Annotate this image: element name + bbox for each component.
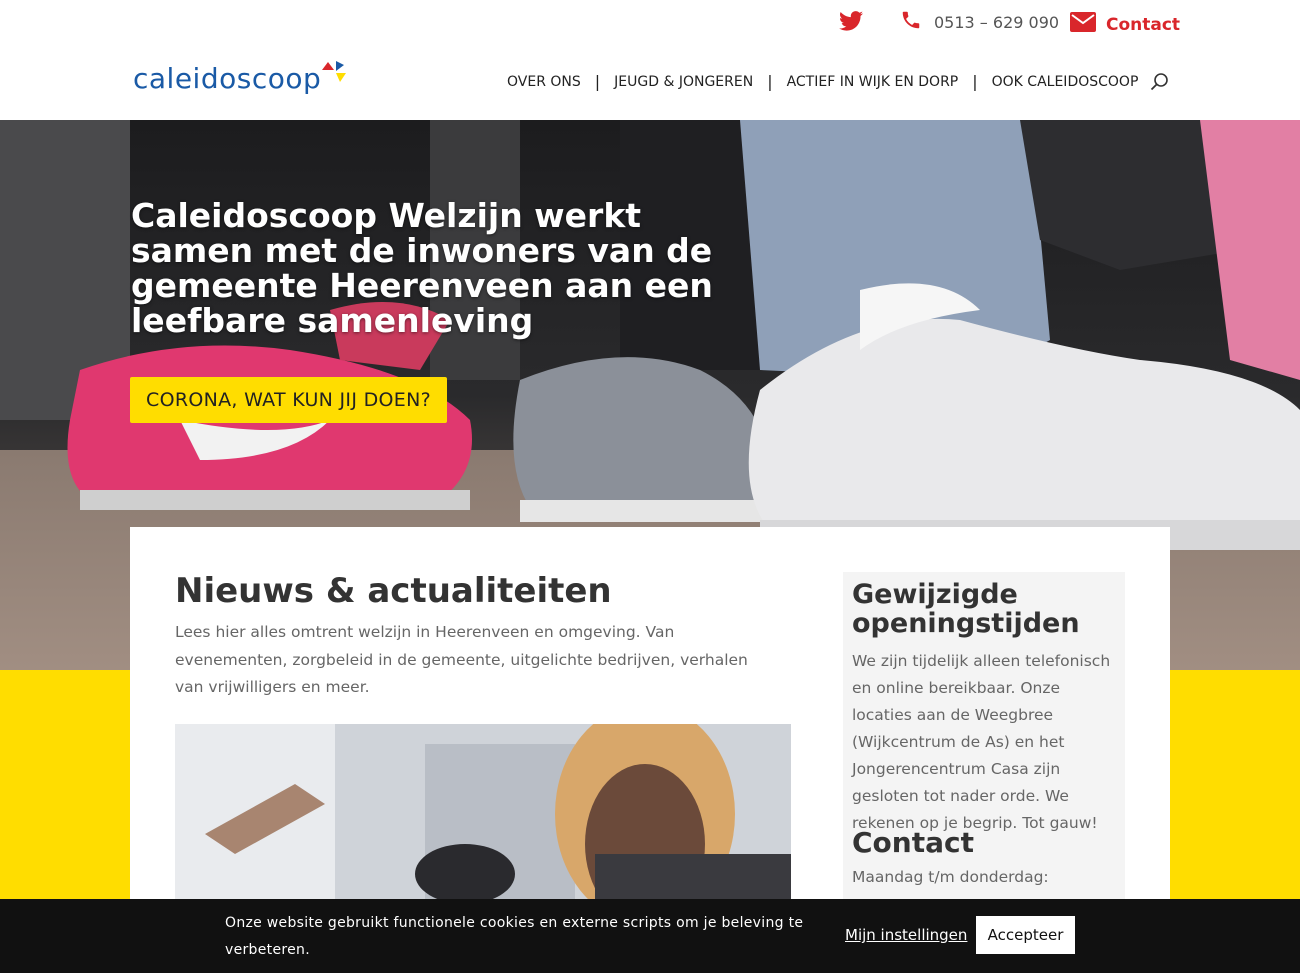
logo[interactable]: caleidoscoop	[133, 62, 321, 95]
news-title: Nieuws & actualiteiten	[175, 571, 612, 611]
logo-mark-icon	[322, 61, 346, 82]
mail-icon[interactable]	[1070, 12, 1096, 32]
sidebar-contact-title: Contact	[852, 826, 974, 859]
site-header: caleidoscoop OVER ONS | JEUGD & JONGEREN…	[0, 48, 1300, 120]
content-card: Nieuws & actualiteiten Lees hier alles o…	[130, 527, 1170, 914]
news-image[interactable]	[175, 724, 791, 914]
sidebar-text: We zijn tijdelijk alleen telefonisch en …	[852, 652, 1111, 832]
nav-separator: |	[972, 72, 978, 91]
nav-ook-caleidoscoop[interactable]: OOK CALEIDOSCOOP	[992, 74, 1139, 90]
top-bar: 0513 – 629 090 Contact	[0, 0, 1300, 48]
nav-over-ons[interactable]: OVER ONS	[507, 74, 581, 90]
nav-jeugd-jongeren[interactable]: JEUGD & JONGEREN	[614, 74, 753, 90]
sidebar-widget: Gewijzigde openingstijden We zijn tijdel…	[843, 572, 1125, 912]
sidebar-hours: Maandag t/m donderdag:	[852, 868, 1049, 886]
main-nav: OVER ONS | JEUGD & JONGEREN | ACTIEF IN …	[507, 72, 1138, 91]
contact-link[interactable]: Contact	[1106, 15, 1180, 35]
nav-separator: |	[594, 72, 601, 91]
phone-icon	[902, 11, 920, 29]
cookie-accept-button[interactable]: Accepteer	[976, 916, 1075, 954]
twitter-icon[interactable]	[839, 10, 863, 32]
news-description: Lees hier alles omtrent welzijn in Heere…	[175, 623, 748, 696]
cookie-text: Onze website gebruikt functionele cookie…	[225, 915, 804, 958]
nav-actief-in-wijk[interactable]: ACTIEF IN WIJK EN DORP	[787, 74, 959, 90]
nav-separator: |	[767, 72, 773, 91]
search-icon[interactable]	[1150, 72, 1170, 92]
phone-number[interactable]: 0513 – 629 090	[934, 13, 1059, 32]
cookie-settings-link[interactable]: Mijn instellingen	[845, 926, 967, 944]
sidebar-title: Gewijzigde openingstijden	[852, 579, 1080, 639]
news-photo	[175, 724, 791, 914]
corona-button[interactable]: CORONA, WAT KUN JIJ DOEN?	[130, 377, 447, 423]
cookie-bar: Onze website gebruikt functionele cookie…	[0, 899, 1300, 973]
hero-title: Caleidoscoop Welzijn werkt samen met de …	[131, 196, 713, 340]
